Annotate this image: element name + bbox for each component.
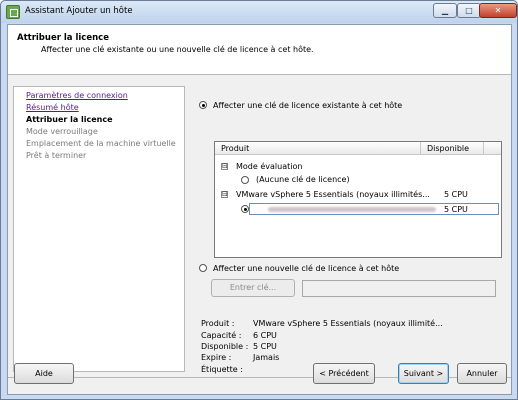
collapse-icon[interactable]: ⊟ bbox=[221, 191, 228, 198]
license-key-field[interactable] bbox=[302, 280, 496, 297]
tag-label: Étiquette : bbox=[201, 365, 243, 374]
product-label: Produit : bbox=[201, 319, 235, 328]
group-vsphere-essentials: VMware vSphere 5 Essentials (noyaux illi… bbox=[236, 190, 430, 199]
step-lockdown-mode: Mode verrouillage bbox=[26, 127, 98, 136]
expires-value: Jamais bbox=[253, 353, 280, 362]
capacity-label: Capacité : bbox=[201, 331, 242, 340]
license-panel: Affecter une clé de licence existante à … bbox=[188, 86, 508, 374]
help-button[interactable]: Aide bbox=[14, 363, 74, 384]
step-connection-settings[interactable]: Paramètres de connexion bbox=[26, 91, 128, 100]
available-value: 5 CPU bbox=[253, 342, 277, 351]
next-button[interactable]: Suivant > bbox=[398, 363, 449, 384]
vsphere-app-icon bbox=[6, 5, 20, 19]
redacted-license-key bbox=[268, 207, 436, 212]
cancel-button[interactable]: Annuler bbox=[457, 363, 507, 384]
column-separator bbox=[483, 142, 484, 155]
page-title: Attribuer la licence bbox=[17, 33, 109, 43]
product-value: VMware vSphere 5 Essentials (noyaux illi… bbox=[253, 319, 443, 328]
window-title: Assistant Ajouter un hôte bbox=[25, 6, 133, 16]
page-subtitle: Affecter une clé existante ou une nouvel… bbox=[41, 45, 314, 54]
no-license-key-label: (Aucune clé de licence) bbox=[256, 175, 350, 184]
wizard-header: Attribuer la licence Affecter une clé ex… bbox=[8, 25, 511, 75]
column-separator bbox=[420, 142, 421, 155]
group-evaluation-mode: Mode évaluation bbox=[236, 162, 303, 171]
step-host-summary[interactable]: Résumé hôte bbox=[26, 103, 79, 112]
column-available[interactable]: Disponible bbox=[427, 144, 469, 153]
step-ready-to-complete: Prêt à terminer bbox=[26, 151, 87, 160]
enter-key-button[interactable]: Entrer clé... bbox=[211, 279, 295, 297]
collapse-icon[interactable]: ⊟ bbox=[221, 163, 228, 170]
no-license-key-radio[interactable] bbox=[241, 176, 249, 184]
license-key-radio[interactable] bbox=[241, 205, 249, 213]
available-label: Disponible : bbox=[201, 342, 249, 351]
group-available-cpu: 5 CPU bbox=[444, 190, 468, 199]
maximize-button[interactable]: □ bbox=[457, 3, 481, 18]
wizard-body: Attribuer la licence Affecter une clé ex… bbox=[7, 24, 512, 395]
license-key-row[interactable]: 5 CPU bbox=[241, 203, 499, 215]
capacity-value: 6 CPU bbox=[253, 331, 277, 340]
row-available-cpu: 5 CPU bbox=[444, 205, 468, 214]
table-header: Produit Disponible bbox=[215, 142, 501, 155]
title-bar[interactable]: Assistant Ajouter un hôte ▁ □ ✕ bbox=[1, 1, 517, 23]
existing-license-label[interactable]: Affecter une clé de licence existante à … bbox=[213, 101, 402, 110]
wizard-steps-nav: Paramètres de connexion Résumé hôte Attr… bbox=[13, 86, 185, 372]
minimize-button[interactable]: ▁ bbox=[433, 3, 457, 18]
expires-label: Expire : bbox=[201, 353, 232, 362]
column-product[interactable]: Produit bbox=[221, 144, 249, 153]
add-host-wizard-window: Assistant Ajouter un hôte ▁ □ ✕ Attribue… bbox=[0, 0, 518, 400]
previous-button[interactable]: < Précédent bbox=[313, 363, 375, 384]
close-button[interactable]: ✕ bbox=[479, 3, 517, 18]
step-vm-location: Emplacement de la machine virtuelle bbox=[26, 139, 176, 148]
new-license-radio[interactable] bbox=[199, 264, 207, 272]
step-assign-license: Attribuer la licence bbox=[26, 115, 113, 124]
existing-license-radio[interactable] bbox=[199, 101, 207, 109]
license-tree-table[interactable]: Produit Disponible ⊟ Mode évaluation (Au… bbox=[214, 141, 502, 258]
new-license-label[interactable]: Affecter une nouvelle clé de licence à c… bbox=[213, 264, 399, 273]
